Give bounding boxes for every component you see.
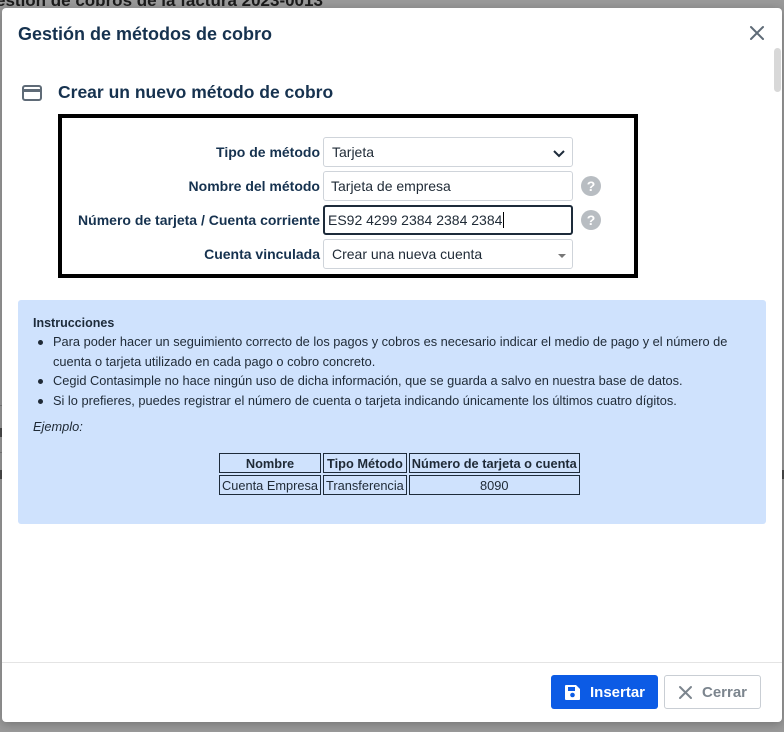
numero-value: ES92 4299 2384 2384 2384 bbox=[328, 212, 503, 228]
table-row: Cuenta Empresa Transferencia 8090 bbox=[219, 475, 580, 495]
instructions-panel: Instrucciones Para poder hacer un seguim… bbox=[18, 300, 766, 524]
cuenta-label: Cuenta vinculada bbox=[204, 246, 320, 262]
table-header-row: Nombre Tipo Método Número de tarjeta o c… bbox=[219, 453, 580, 473]
example-label: Ejemplo: bbox=[33, 419, 83, 434]
tipo-selected-value: Tarjeta bbox=[332, 144, 375, 160]
dialog-scrollbar[interactable] bbox=[773, 48, 781, 92]
table-header: Nombre bbox=[219, 453, 322, 473]
instructions-title: Instrucciones bbox=[33, 316, 115, 330]
help-icon[interactable]: ? bbox=[581, 210, 601, 230]
nombre-label: Nombre del método bbox=[188, 178, 320, 194]
close-icon bbox=[750, 26, 764, 40]
scrollbar-thumb[interactable] bbox=[774, 48, 781, 92]
nombre-value: Tarjeta de empresa bbox=[331, 178, 451, 194]
section-title: Crear un nuevo método de cobro bbox=[58, 82, 334, 102]
credit-card-icon bbox=[22, 84, 42, 101]
table-cell: 8090 bbox=[408, 475, 580, 495]
insert-label: Insertar bbox=[589, 683, 646, 701]
form-row-nombre: Nombre del método Tarjeta de empresa ? bbox=[62, 171, 634, 201]
close-button[interactable] bbox=[748, 24, 766, 42]
form-row-tipo: Tipo de método Tarjeta bbox=[62, 137, 634, 167]
new-method-form: Tipo de método Tarjeta Nombre del método… bbox=[58, 114, 638, 278]
cuenta-select[interactable]: Crear una nueva cuenta bbox=[323, 239, 573, 269]
cancel-button[interactable]: Cerrar bbox=[664, 675, 761, 709]
dropdown-arrow-icon bbox=[558, 254, 566, 258]
numero-input[interactable]: ES92 4299 2384 2384 2384 bbox=[323, 205, 573, 235]
numero-label: Número de tarjeta / Cuenta corriente bbox=[78, 212, 320, 228]
text-cursor bbox=[503, 212, 505, 228]
dialog-title: Gestión de métodos de cobro bbox=[18, 24, 273, 44]
insert-button[interactable]: Insertar bbox=[551, 675, 658, 709]
nombre-input[interactable]: Tarjeta de empresa bbox=[323, 171, 573, 201]
close-icon bbox=[678, 685, 692, 699]
example-table: Nombre Tipo Método Número de tarjeta o c… bbox=[217, 451, 582, 497]
instruction-item: Si lo prefieres, puedes registrar el núm… bbox=[33, 391, 751, 411]
section-header: Crear un nuevo método de cobro bbox=[22, 82, 333, 103]
form-row-numero: Número de tarjeta / Cuenta corriente ES9… bbox=[62, 205, 634, 235]
payment-methods-dialog: Gestión de métodos de cobro Crear un nue… bbox=[2, 8, 782, 722]
table-cell: Cuenta Empresa bbox=[219, 475, 322, 495]
instructions-list: Para poder hacer un seguimiento correcto… bbox=[33, 332, 751, 410]
cancel-label: Cerrar bbox=[701, 683, 748, 701]
chevron-down-icon bbox=[553, 150, 565, 158]
table-cell: Transferencia bbox=[323, 475, 407, 495]
instruction-item: Cegid Contasimple no hace ningún uso de … bbox=[33, 371, 751, 391]
table-header: Tipo Método bbox=[323, 453, 407, 473]
tipo-label: Tipo de método bbox=[216, 144, 320, 160]
tipo-select[interactable]: Tarjeta bbox=[323, 137, 573, 167]
help-icon[interactable]: ? bbox=[581, 176, 601, 196]
table-header: Número de tarjeta o cuenta bbox=[408, 453, 580, 473]
cuenta-selected-value: Crear una nueva cuenta bbox=[332, 246, 483, 262]
save-icon bbox=[564, 684, 580, 700]
instruction-item: Para poder hacer un seguimiento correcto… bbox=[33, 332, 751, 371]
form-row-cuenta: Cuenta vinculada Crear una nueva cuenta bbox=[62, 239, 634, 269]
footer-divider bbox=[2, 662, 782, 663]
